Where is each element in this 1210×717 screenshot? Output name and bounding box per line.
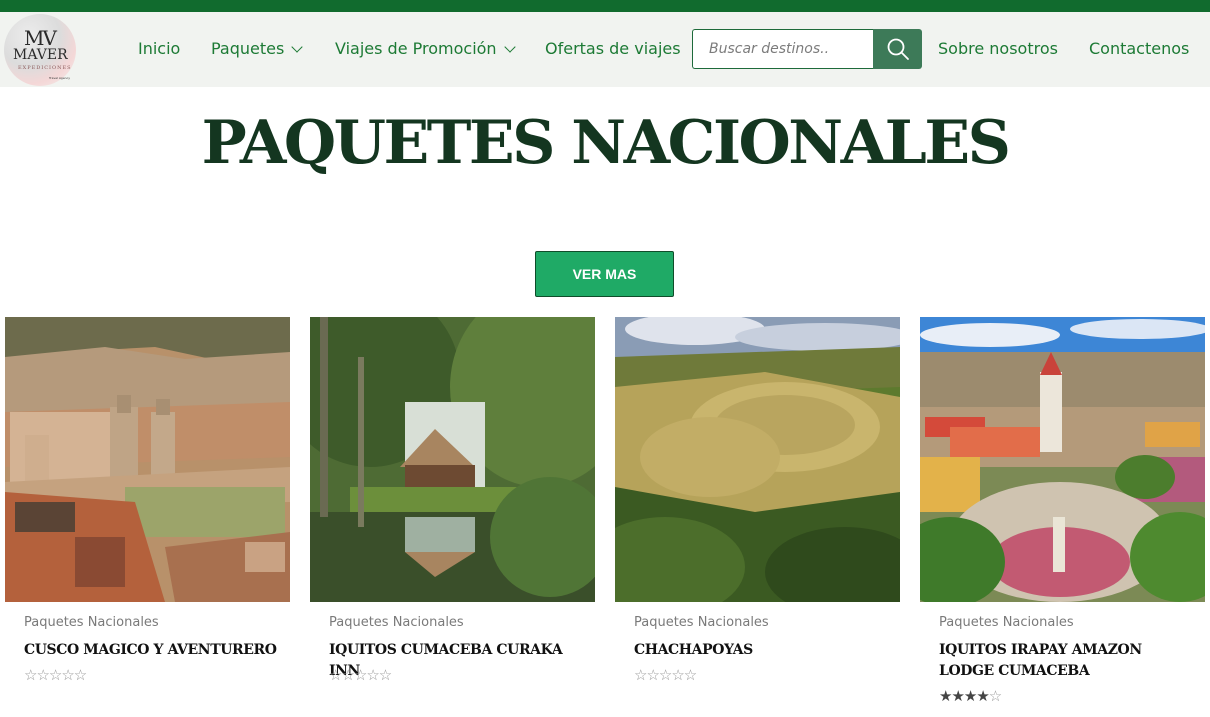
page-title: PAQUETES NACIONALES bbox=[201, 108, 1011, 178]
star-empty-icon: ☆☆☆☆☆ bbox=[329, 666, 392, 684]
logo-subtitle: EXPEDICIONES bbox=[18, 65, 72, 71]
product-category[interactable]: Paquetes Nacionales bbox=[939, 615, 1074, 630]
star-empty-icon: ☆☆☆☆☆ bbox=[24, 666, 87, 684]
star-empty-icon: ☆ bbox=[988, 687, 1002, 705]
product-category[interactable]: Paquetes Nacionales bbox=[329, 615, 464, 630]
product-image-chachapoyas[interactable] bbox=[615, 317, 900, 602]
ver-mas-button[interactable]: VER MAS bbox=[535, 251, 674, 297]
product-image-iquitos-irapay[interactable] bbox=[920, 317, 1205, 602]
logo-name: MAVER bbox=[13, 47, 68, 63]
rating-stars: ☆☆☆☆☆ bbox=[634, 666, 697, 684]
nav-inicio[interactable]: Inicio bbox=[138, 39, 180, 58]
star-empty-icon: ☆☆☆☆☆ bbox=[634, 666, 697, 684]
product-category[interactable]: Paquetes Nacionales bbox=[24, 615, 159, 630]
search-input[interactable] bbox=[692, 29, 873, 69]
nav-ofertas-viajes[interactable]: Ofertas de viajes bbox=[545, 39, 681, 58]
brand-logo[interactable]: MV MAVER EXPEDICIONES Travel Agency bbox=[4, 14, 76, 86]
product-image-iquitos-cumaceba[interactable] bbox=[310, 317, 595, 602]
search-form bbox=[692, 29, 922, 69]
product-title[interactable]: CHACHAPOYAS bbox=[634, 640, 894, 661]
logo-tagline: Travel Agency bbox=[49, 76, 70, 80]
product-title[interactable]: IQUITOS IRAPAY AMAZON LODGE CUMACEBA bbox=[939, 640, 1199, 682]
chevron-down-icon bbox=[503, 41, 516, 53]
star-full-icon: ★★★★ bbox=[939, 687, 990, 705]
nav-contactenos-label: Contactenos bbox=[1089, 39, 1190, 58]
nav-viajes-promocion[interactable]: Viajes de Promoción bbox=[335, 39, 516, 58]
chevron-down-icon bbox=[291, 41, 303, 53]
top-accent-bar bbox=[0, 0, 1210, 12]
search-button[interactable] bbox=[873, 29, 922, 69]
rating-stars: ★★★★☆ bbox=[939, 687, 1002, 705]
nav-sobre-nosotros[interactable]: Sobre nosotros bbox=[938, 39, 1058, 58]
nav-paquetes[interactable]: Paquetes bbox=[211, 39, 303, 58]
nav-paquetes-label: Paquetes bbox=[211, 39, 285, 58]
product-title[interactable]: CUSCO MAGICO Y AVENTURERO bbox=[24, 640, 284, 661]
product-image-cusco[interactable] bbox=[5, 317, 290, 602]
nav-viajes-promocion-label: Viajes de Promoción bbox=[335, 39, 497, 58]
nav-ofertas-viajes-label: Ofertas de viajes bbox=[545, 39, 681, 58]
site-header: MV MAVER EXPEDICIONES Travel Agency Inic… bbox=[0, 12, 1210, 87]
rating-stars: ☆☆☆☆☆ bbox=[329, 666, 392, 684]
rating-stars: ☆☆☆☆☆ bbox=[24, 666, 87, 684]
search-icon bbox=[887, 38, 909, 60]
product-category[interactable]: Paquetes Nacionales bbox=[634, 615, 769, 630]
nav-contactenos[interactable]: Contactenos bbox=[1089, 39, 1189, 58]
nav-inicio-label: Inicio bbox=[138, 39, 181, 58]
nav-sobre-nosotros-label: Sobre nosotros bbox=[938, 39, 1058, 58]
